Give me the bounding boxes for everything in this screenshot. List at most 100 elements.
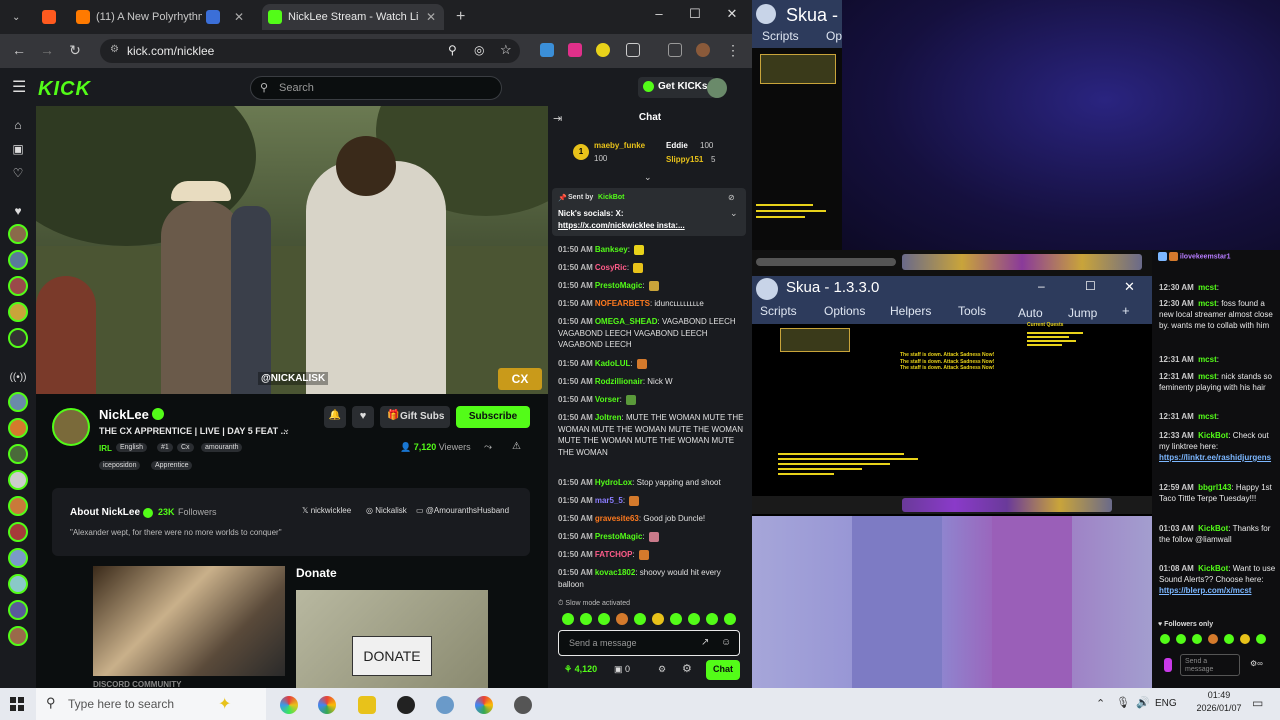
eye-off-icon[interactable]: ◎ — [474, 43, 484, 57]
menu-helpers[interactable]: Helpers — [890, 304, 931, 318]
windows-start-icon[interactable] — [10, 697, 24, 711]
chevron-down-icon[interactable]: ⌄ — [730, 208, 738, 219]
forward-arrow-icon[interactable]: → — [38, 42, 56, 58]
chat-input[interactable]: Send a message ↗ ☺ — [558, 630, 740, 656]
file-explorer-icon[interactable] — [358, 696, 376, 714]
browser-tab-youtube[interactable]: (11) A New Polyrhythm Exp ✕ — [70, 4, 250, 30]
emote-icon[interactable] — [598, 613, 610, 625]
chat2-username[interactable]: ilovekeemstar1 — [1180, 253, 1231, 260]
sidebar-channel-avatar[interactable] — [8, 548, 28, 568]
emote-icon[interactable] — [1240, 634, 1250, 644]
sidebar-channel-avatar[interactable] — [8, 626, 28, 646]
game-scrollbar[interactable] — [756, 258, 896, 266]
emote-icon[interactable] — [652, 613, 664, 625]
site-info-icon[interactable]: ⚙ — [110, 44, 119, 55]
social-instagram-link[interactable]: ◎ Nickalisk — [366, 506, 407, 515]
emote-icon[interactable] — [688, 613, 700, 625]
discord-panel-image[interactable] — [93, 566, 285, 676]
browser-tab-1[interactable] — [36, 4, 66, 30]
extension-icon[interactable] — [568, 43, 582, 57]
chat2-input[interactable]: Send a message — [1180, 654, 1240, 676]
game-hotbar[interactable] — [902, 254, 1142, 270]
settings-gear-icon[interactable]: ⚙ — [658, 664, 666, 675]
tag[interactable]: English — [116, 443, 147, 452]
app-icon[interactable] — [436, 696, 454, 714]
sidebar-channel-avatar[interactable] — [8, 522, 28, 542]
emoji-picker-icon[interactable]: ☺ — [721, 637, 731, 648]
sidebar-channel-avatar[interactable] — [8, 250, 28, 270]
sidebar-channel-avatar[interactable] — [8, 418, 28, 438]
social-discord-link[interactable]: ▭ @AmouranthsHusband — [416, 506, 509, 515]
emote-icon[interactable] — [1176, 634, 1186, 644]
skill-bar[interactable] — [902, 498, 1112, 512]
back-arrow-icon[interactable]: ← — [10, 42, 28, 58]
gift-subs-button[interactable]: 🎁 Gift Subs — [380, 406, 450, 428]
tag[interactable]: Apprentice — [151, 461, 193, 470]
emote-icon[interactable] — [670, 613, 682, 625]
close-tab-icon[interactable]: ✕ — [426, 10, 436, 24]
extension-icon[interactable] — [596, 43, 610, 57]
streamer-avatar[interactable] — [52, 408, 90, 446]
emote-icon[interactable] — [1160, 634, 1170, 644]
notification-icon[interactable]: ▭ — [1252, 696, 1263, 710]
emote-icon[interactable] — [616, 613, 628, 625]
emote-icon[interactable] — [1208, 634, 1218, 644]
copilot-icon[interactable] — [280, 696, 298, 714]
menu-auto[interactable]: Auto — [1018, 306, 1043, 320]
category-tag[interactable]: IRL — [99, 444, 112, 453]
emote-icon[interactable] — [706, 613, 718, 625]
emote-icon[interactable] — [562, 613, 574, 625]
sidebar-channel-avatar[interactable] — [8, 276, 28, 296]
chevron-down-icon[interactable]: ⌄ — [644, 172, 652, 183]
close-window-button[interactable]: ✕ — [722, 6, 742, 22]
menu-options[interactable]: Op — [826, 29, 842, 43]
chat2-link[interactable]: https://linktr.ee/rashidjurgens — [1159, 453, 1271, 462]
minimize-button[interactable]: – — [649, 6, 669, 21]
sidebar-channel-avatar[interactable] — [8, 392, 28, 412]
address-bar[interactable]: ⚙ kick.com/nicklee ⚲ ◎ ☆ — [100, 39, 520, 63]
top-gifter[interactable]: Eddie — [666, 141, 688, 150]
chrome-icon[interactable] — [318, 696, 336, 714]
browse-icon[interactable]: ▣ — [9, 142, 27, 156]
search-input[interactable]: ⚲ Search — [250, 76, 502, 100]
tray-chevron-up-icon[interactable]: ⌃ — [1096, 697, 1105, 710]
emote-icon[interactable] — [1192, 634, 1202, 644]
sidebar-channel-avatar[interactable] — [8, 302, 28, 322]
language-indicator[interactable]: ENG — [1155, 698, 1177, 709]
zoom-icon[interactable]: ⚲ — [448, 43, 457, 57]
live-broadcast-icon[interactable]: ((•)) — [9, 372, 27, 383]
video-player[interactable]: @NICKALISK CX — [36, 106, 548, 394]
emote-icon[interactable] — [724, 613, 736, 625]
user-avatar[interactable] — [707, 78, 727, 98]
get-kicks-button[interactable]: Get KICKs — [638, 77, 716, 98]
following-heart-icon[interactable]: ♡ — [9, 166, 27, 180]
kickbot-name[interactable]: KickBot — [598, 194, 624, 201]
follow-heart-button[interactable]: ♥ — [352, 406, 374, 428]
kicks-balance[interactable]: ▣ 0 — [614, 664, 630, 675]
emote-icon[interactable] — [1224, 634, 1234, 644]
minimize-button[interactable]: – — [1038, 279, 1045, 293]
subscribe-button[interactable]: Subscribe — [456, 406, 530, 428]
sidebar-channel-avatar[interactable] — [8, 470, 28, 490]
emote-icon[interactable] — [1256, 634, 1266, 644]
tag[interactable]: #1 — [157, 443, 173, 452]
emote-icon[interactable] — [634, 613, 646, 625]
microphone-icon[interactable]: 🎙 — [1116, 696, 1130, 709]
sidebar-channel-avatar[interactable] — [8, 496, 28, 516]
chat2-settings-icon[interactable]: ⚙∞ — [1250, 659, 1263, 668]
kick-logo[interactable]: KICK — [38, 78, 91, 101]
add-plus-button[interactable]: + — [1122, 303, 1130, 318]
extension-icon[interactable] — [540, 43, 554, 57]
unpin-icon[interactable]: ⊘ — [728, 193, 735, 202]
app-icon[interactable] — [514, 696, 532, 714]
profile-avatar[interactable] — [696, 43, 710, 57]
notification-bell-button[interactable]: 🔔 — [324, 406, 346, 428]
top-gifter[interactable]: maeby_funke — [594, 141, 645, 150]
pinned-link[interactable]: https://x.com/nickwicklee insta:... — [558, 221, 685, 230]
sidebar-channel-avatar[interactable] — [8, 600, 28, 620]
menu-tools[interactable]: Tools — [958, 304, 986, 318]
hamburger-menu-icon[interactable]: ☰ — [12, 77, 26, 97]
tag[interactable]: iceposidon — [99, 461, 141, 470]
obs-icon[interactable] — [397, 696, 415, 714]
chat2-link[interactable]: https://blerp.com/x/mcst — [1159, 586, 1251, 595]
